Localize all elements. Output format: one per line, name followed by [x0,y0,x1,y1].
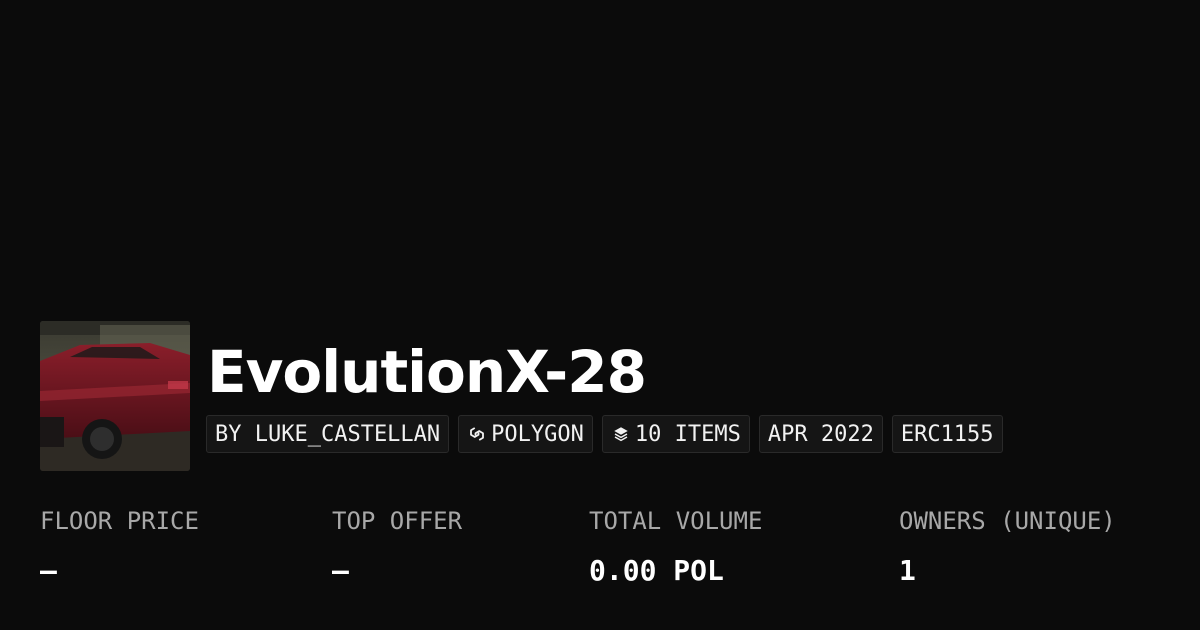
token-standard-chip: ERC1155 [891,415,1003,453]
collection-title: EvolutionX-28 [207,338,647,406]
collection-meta-chips: BY LUKE_CASTELLAN POLYGON 10 ITEMS APR 2… [206,415,1003,453]
polygon-icon [467,424,487,444]
chain-chip[interactable]: POLYGON [458,415,593,453]
top-offer-value: – [332,554,349,587]
items-count-chip: 10 ITEMS [601,415,750,453]
items-count-chip-label: 10 ITEMS [634,421,741,447]
total-volume-label: TOTAL VOLUME [589,507,763,535]
created-date-chip: APR 2022 [758,415,883,453]
collection-avatar [40,321,190,471]
chain-chip-label: POLYGON [491,421,584,447]
collection-stats: FLOOR PRICE – TOP OFFER – TOTAL VOLUME 0… [40,504,1200,604]
creator-chip-label: BY LUKE_CASTELLAN [215,421,441,447]
owners-label: OWNERS (UNIQUE) [899,507,1116,535]
floor-price-label: FLOOR PRICE [40,507,199,535]
total-volume-stat: TOTAL VOLUME 0.00 POL [589,504,762,588]
car-photo-image [40,321,190,471]
owners-stat: OWNERS (UNIQUE) 1 [899,504,1116,588]
floor-price-value: – [40,554,57,587]
floor-price-stat: FLOOR PRICE – [40,504,199,588]
creator-chip[interactable]: BY LUKE_CASTELLAN [206,415,450,453]
layers-icon [611,424,631,444]
token-standard-chip-label: ERC1155 [900,421,994,447]
total-volume-value: 0.00 POL [589,554,724,587]
top-offer-stat: TOP OFFER – [332,504,462,588]
top-offer-label: TOP OFFER [332,507,463,535]
owners-value: 1 [899,554,916,587]
created-date-chip-label: APR 2022 [767,421,874,447]
